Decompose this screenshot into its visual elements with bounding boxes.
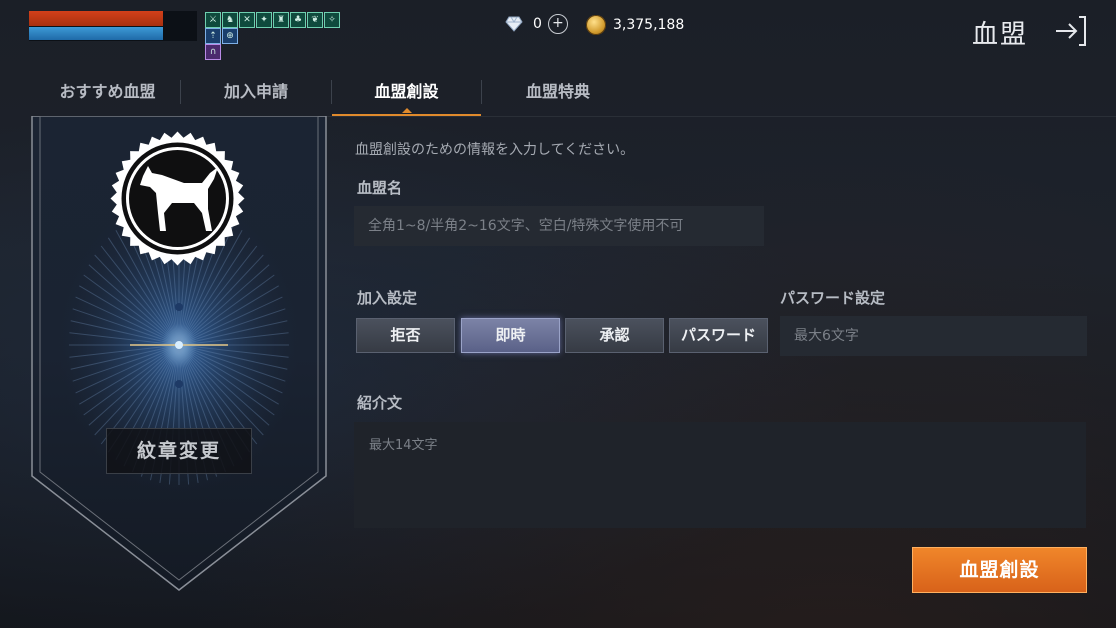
tab-join-request[interactable]: 加入申請 bbox=[181, 72, 331, 114]
tab-recommended[interactable]: おすすめ血盟 bbox=[35, 72, 180, 114]
password-setting-label: パスワード設定 bbox=[780, 289, 886, 307]
intro-placeholder: 最大14文字 bbox=[369, 438, 438, 453]
form-hint: 血盟創設のための情報を入力してください。 bbox=[355, 142, 635, 158]
tab-active-caret bbox=[402, 108, 412, 113]
gem-amount: 0 bbox=[533, 16, 542, 32]
gold-amount: 3,375,188 bbox=[613, 17, 685, 33]
tab-bar: おすすめ血盟 加入申請 血盟創設 血盟特典 bbox=[35, 72, 1116, 117]
gold-currency: 3,375,188 bbox=[586, 15, 684, 35]
leaf-buff-icon: ❦ bbox=[307, 12, 323, 28]
cross-swords-buff-icon: ✕ bbox=[239, 12, 255, 28]
add-gem-button[interactable]: + bbox=[547, 14, 568, 34]
hp-bar bbox=[29, 11, 163, 26]
intro-label: 紹介文 bbox=[357, 394, 403, 412]
dog-icon bbox=[110, 131, 245, 266]
join-option-instant[interactable]: 即時 bbox=[461, 318, 560, 353]
gem-currency: 0 + bbox=[505, 14, 568, 34]
tab-clan-benefits[interactable]: 血盟特典 bbox=[482, 72, 634, 114]
password-input[interactable] bbox=[780, 316, 1087, 356]
join-setting-label: 加入設定 bbox=[357, 289, 418, 307]
target-buff-icon: ⊕ bbox=[222, 28, 238, 44]
arrow-buff-icon: ⇡ bbox=[205, 28, 221, 44]
join-option-password[interactable]: パスワード bbox=[669, 318, 768, 353]
intro-textarea[interactable] bbox=[354, 422, 1086, 528]
clan-name-input[interactable] bbox=[354, 206, 764, 246]
bird-buff-icon: ✧ bbox=[324, 12, 340, 28]
potion-buff-icon: ♜ bbox=[273, 12, 289, 28]
gold-coin-icon bbox=[586, 15, 606, 35]
buff-row-2: ⇡ ⊕ bbox=[205, 28, 238, 44]
mp-bar bbox=[29, 27, 163, 40]
shield-buff-icon: ✦ bbox=[256, 12, 272, 28]
join-option-refuse[interactable]: 拒否 bbox=[356, 318, 455, 353]
clan-name-label: 血盟名 bbox=[357, 179, 403, 197]
join-option-approve[interactable]: 承認 bbox=[565, 318, 664, 353]
exit-icon[interactable] bbox=[1054, 14, 1088, 48]
buff-row-1: ⚔ ♞ ✕ ✦ ♜ ♣ ❦ ✧ bbox=[205, 12, 340, 28]
wing-buff-icon: ♣ bbox=[290, 12, 306, 28]
sword-buff-icon: ⚔ bbox=[205, 12, 221, 28]
arch-buff-icon: ∩ bbox=[205, 44, 221, 60]
change-emblem-button[interactable]: 紋章変更 bbox=[106, 428, 252, 474]
diamond-icon bbox=[505, 16, 523, 32]
boot-buff-icon: ♞ bbox=[222, 12, 238, 28]
page-title: 血盟 bbox=[971, 20, 1028, 50]
create-clan-button[interactable]: 血盟創設 bbox=[912, 547, 1087, 593]
hp-mp-gauge bbox=[29, 11, 197, 41]
